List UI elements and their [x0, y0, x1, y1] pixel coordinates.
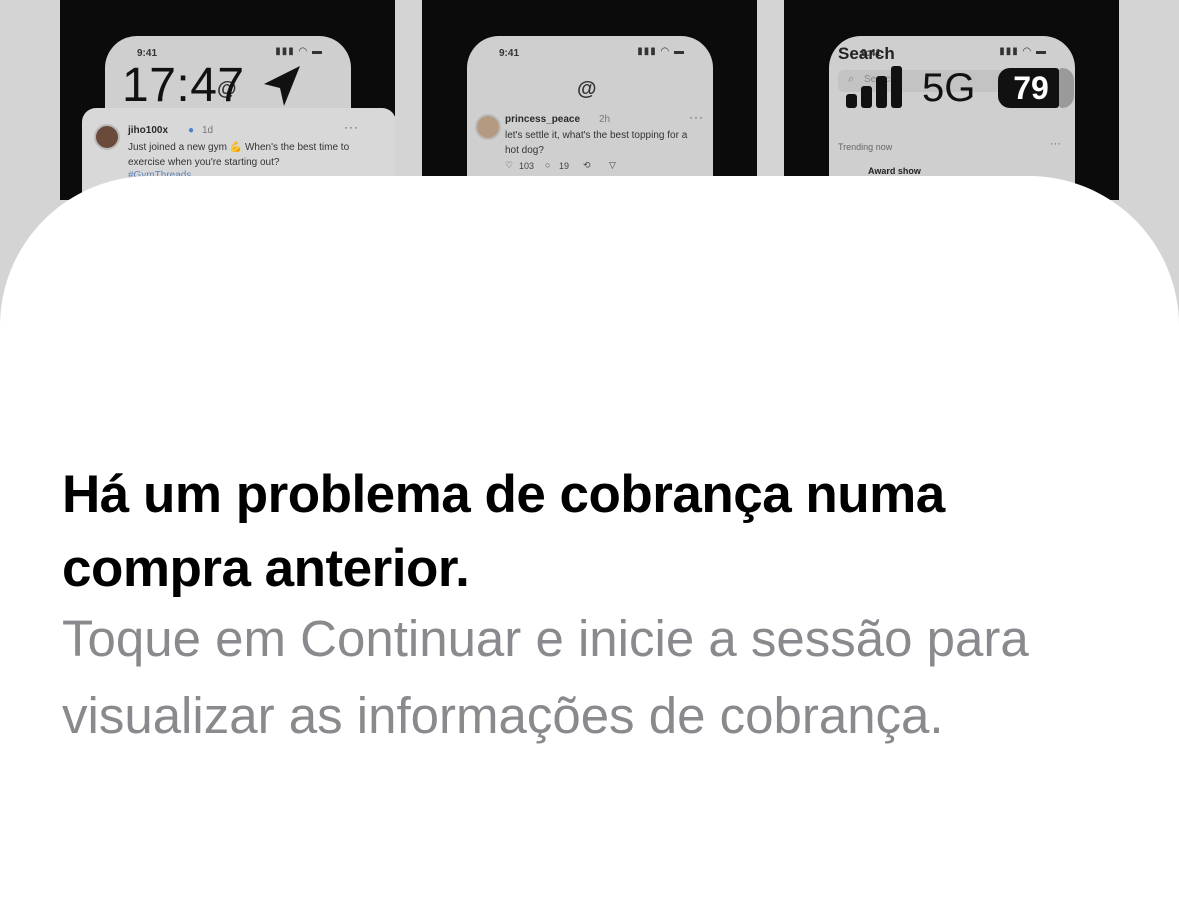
screen: 9:41 ▮▮▮ ◠ ▬ @ jiho100x ● 1d ··· Just jo…: [0, 0, 1179, 902]
phone-status-icons: ▮▮▮ ◠ ▬: [275, 46, 323, 57]
more-icon: ···: [344, 120, 359, 134]
cellular-signal-icon: [846, 66, 902, 108]
location-arrow-icon: [264, 66, 300, 106]
more-icon: ···: [689, 110, 704, 124]
threads-logo-icon: @: [577, 78, 597, 100]
post-username: princess_peace: [505, 114, 581, 125]
trend-item: Award show: [868, 166, 921, 176]
trending-label: Trending now: [838, 142, 893, 152]
post-username: jiho100x: [128, 125, 169, 136]
like-count: 103: [519, 161, 535, 171]
like-icon: ♡: [505, 160, 514, 170]
reply-icon: ○: [545, 160, 551, 170]
phone-time: 9:41: [499, 48, 520, 59]
repost-icon: ⟲: [583, 160, 591, 170]
phone-status-icons: ▮▮▮ ◠ ▬: [999, 46, 1047, 57]
avatar: [475, 114, 501, 140]
battery-level: 79: [1013, 70, 1049, 106]
avatar: [94, 124, 120, 150]
network-type: 5G: [922, 66, 976, 110]
battery-icon: 79: [998, 68, 1074, 108]
reply-count: 19: [559, 161, 570, 171]
verified-icon: ●: [188, 125, 195, 136]
dialog-title: Há um problema de cobrança numa compra a…: [62, 465, 945, 598]
more-icon: ···: [1050, 138, 1061, 150]
post-time: 1d: [202, 125, 214, 136]
post-time: 2h: [599, 114, 611, 125]
dialog-message: Toque em Continuar e inicie a sessão par…: [62, 610, 1029, 744]
app-screenshot-2: 9:41 ▮▮▮ ◠ ▬ @ princess_peace 2h ··· let…: [422, 0, 757, 200]
status-time: 17:47: [122, 59, 245, 112]
search-title: Search: [838, 44, 895, 63]
post-text: let's settle it, what's the best topping…: [505, 130, 688, 156]
share-icon: ▽: [609, 160, 616, 170]
post-text: Just joined a new gym 💪 When's the best …: [128, 142, 350, 168]
phone-status-icons: ▮▮▮ ◠ ▬: [637, 46, 685, 57]
